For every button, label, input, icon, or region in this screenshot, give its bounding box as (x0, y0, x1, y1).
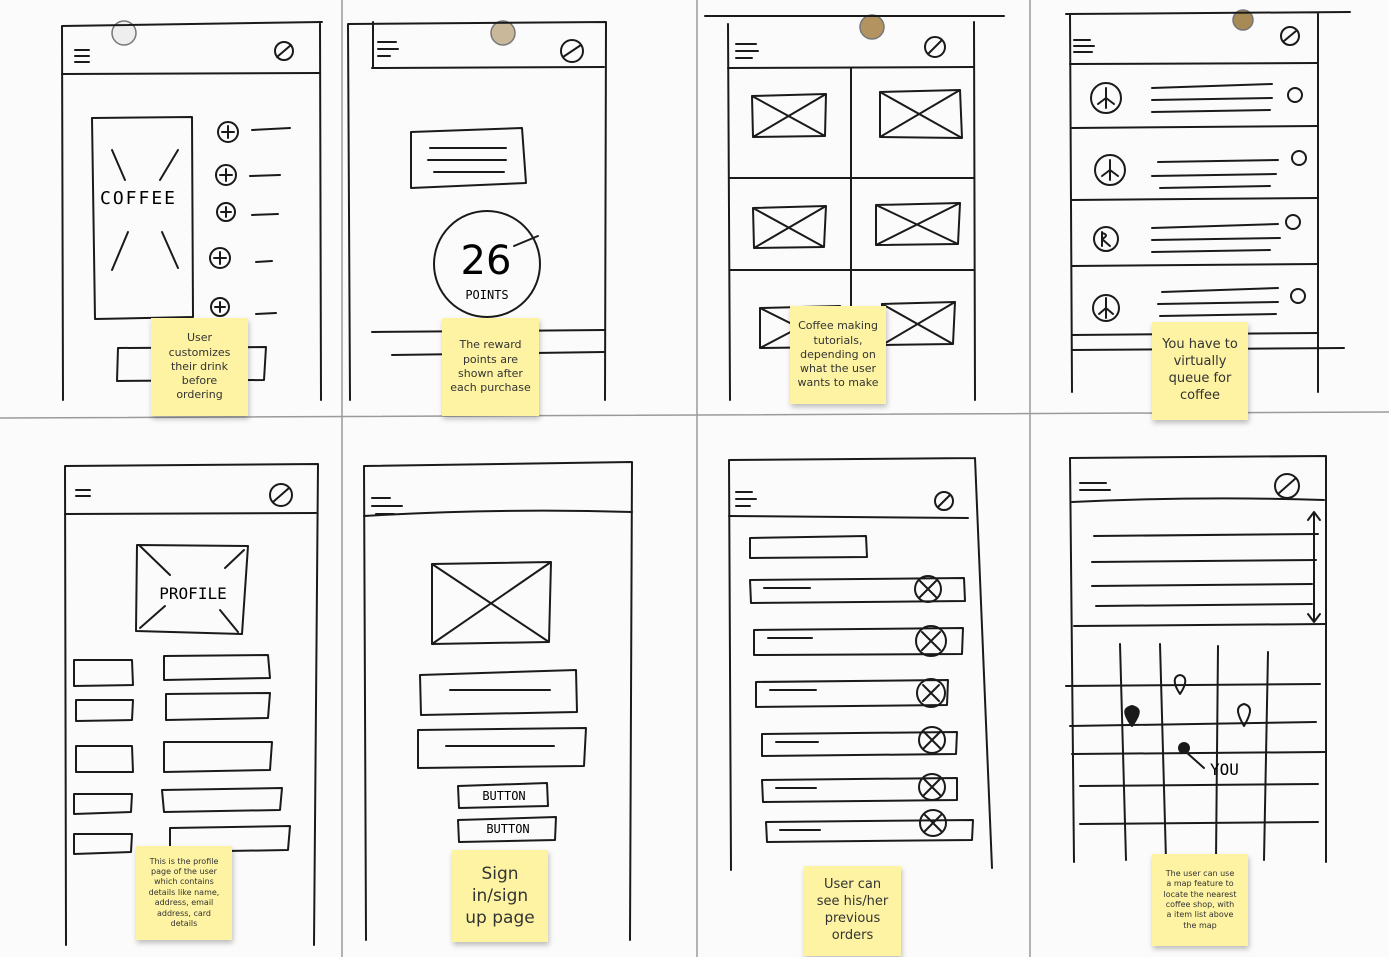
menu-icon (1073, 39, 1095, 53)
menu-icon (371, 497, 403, 515)
add-option-list (209, 121, 291, 317)
note-queue: You have to virtually queue for coffee (1152, 322, 1248, 420)
note-signin: Sign in/sign up page (452, 850, 548, 942)
profile-fields (73, 654, 291, 855)
note-tutorials: Coffee making tutorials, depending on wh… (790, 306, 886, 404)
points-value: 26 (460, 238, 512, 284)
menu-icon (377, 41, 399, 57)
note-customize: User customizes their drink before order… (151, 318, 248, 416)
scroll-arrow (1307, 511, 1321, 623)
points-label: POINTS (465, 288, 509, 302)
note-map: The user can use a map feature to locate… (1152, 854, 1248, 946)
menu-icon (735, 491, 757, 507)
menu-icon (75, 489, 91, 497)
map-you-label: YOU (1210, 760, 1239, 779)
menu-icon (1079, 482, 1111, 491)
signin-button-2-label: BUTTON (486, 822, 530, 836)
menu-icon (735, 43, 759, 59)
paper-folds (0, 0, 1389, 957)
signin-input-1 (419, 669, 578, 716)
note-orders: User can see his/her previous orders (804, 866, 901, 956)
wireframe-orders-sketch (728, 457, 993, 871)
reward-card (410, 127, 527, 189)
queue-rows (1090, 82, 1307, 322)
profile-label: PROFILE (159, 584, 227, 603)
note-rewards: The reward points are shown after each p… (442, 318, 539, 416)
map-grid (1065, 643, 1327, 861)
menu-icon (74, 49, 90, 63)
order-rows (749, 575, 974, 843)
signin-button-1-label: BUTTON (482, 789, 526, 803)
signin-image-placeholder (431, 561, 552, 645)
note-profile: This is the profile page of the user whi… (136, 846, 232, 940)
wireframe-sketches (0, 0, 1389, 957)
coffee-image-placeholder (91, 116, 194, 320)
coffee-label: COFFEE (100, 188, 178, 209)
signin-input-2 (417, 727, 587, 769)
wireframe-map-sketch (1065, 455, 1327, 863)
